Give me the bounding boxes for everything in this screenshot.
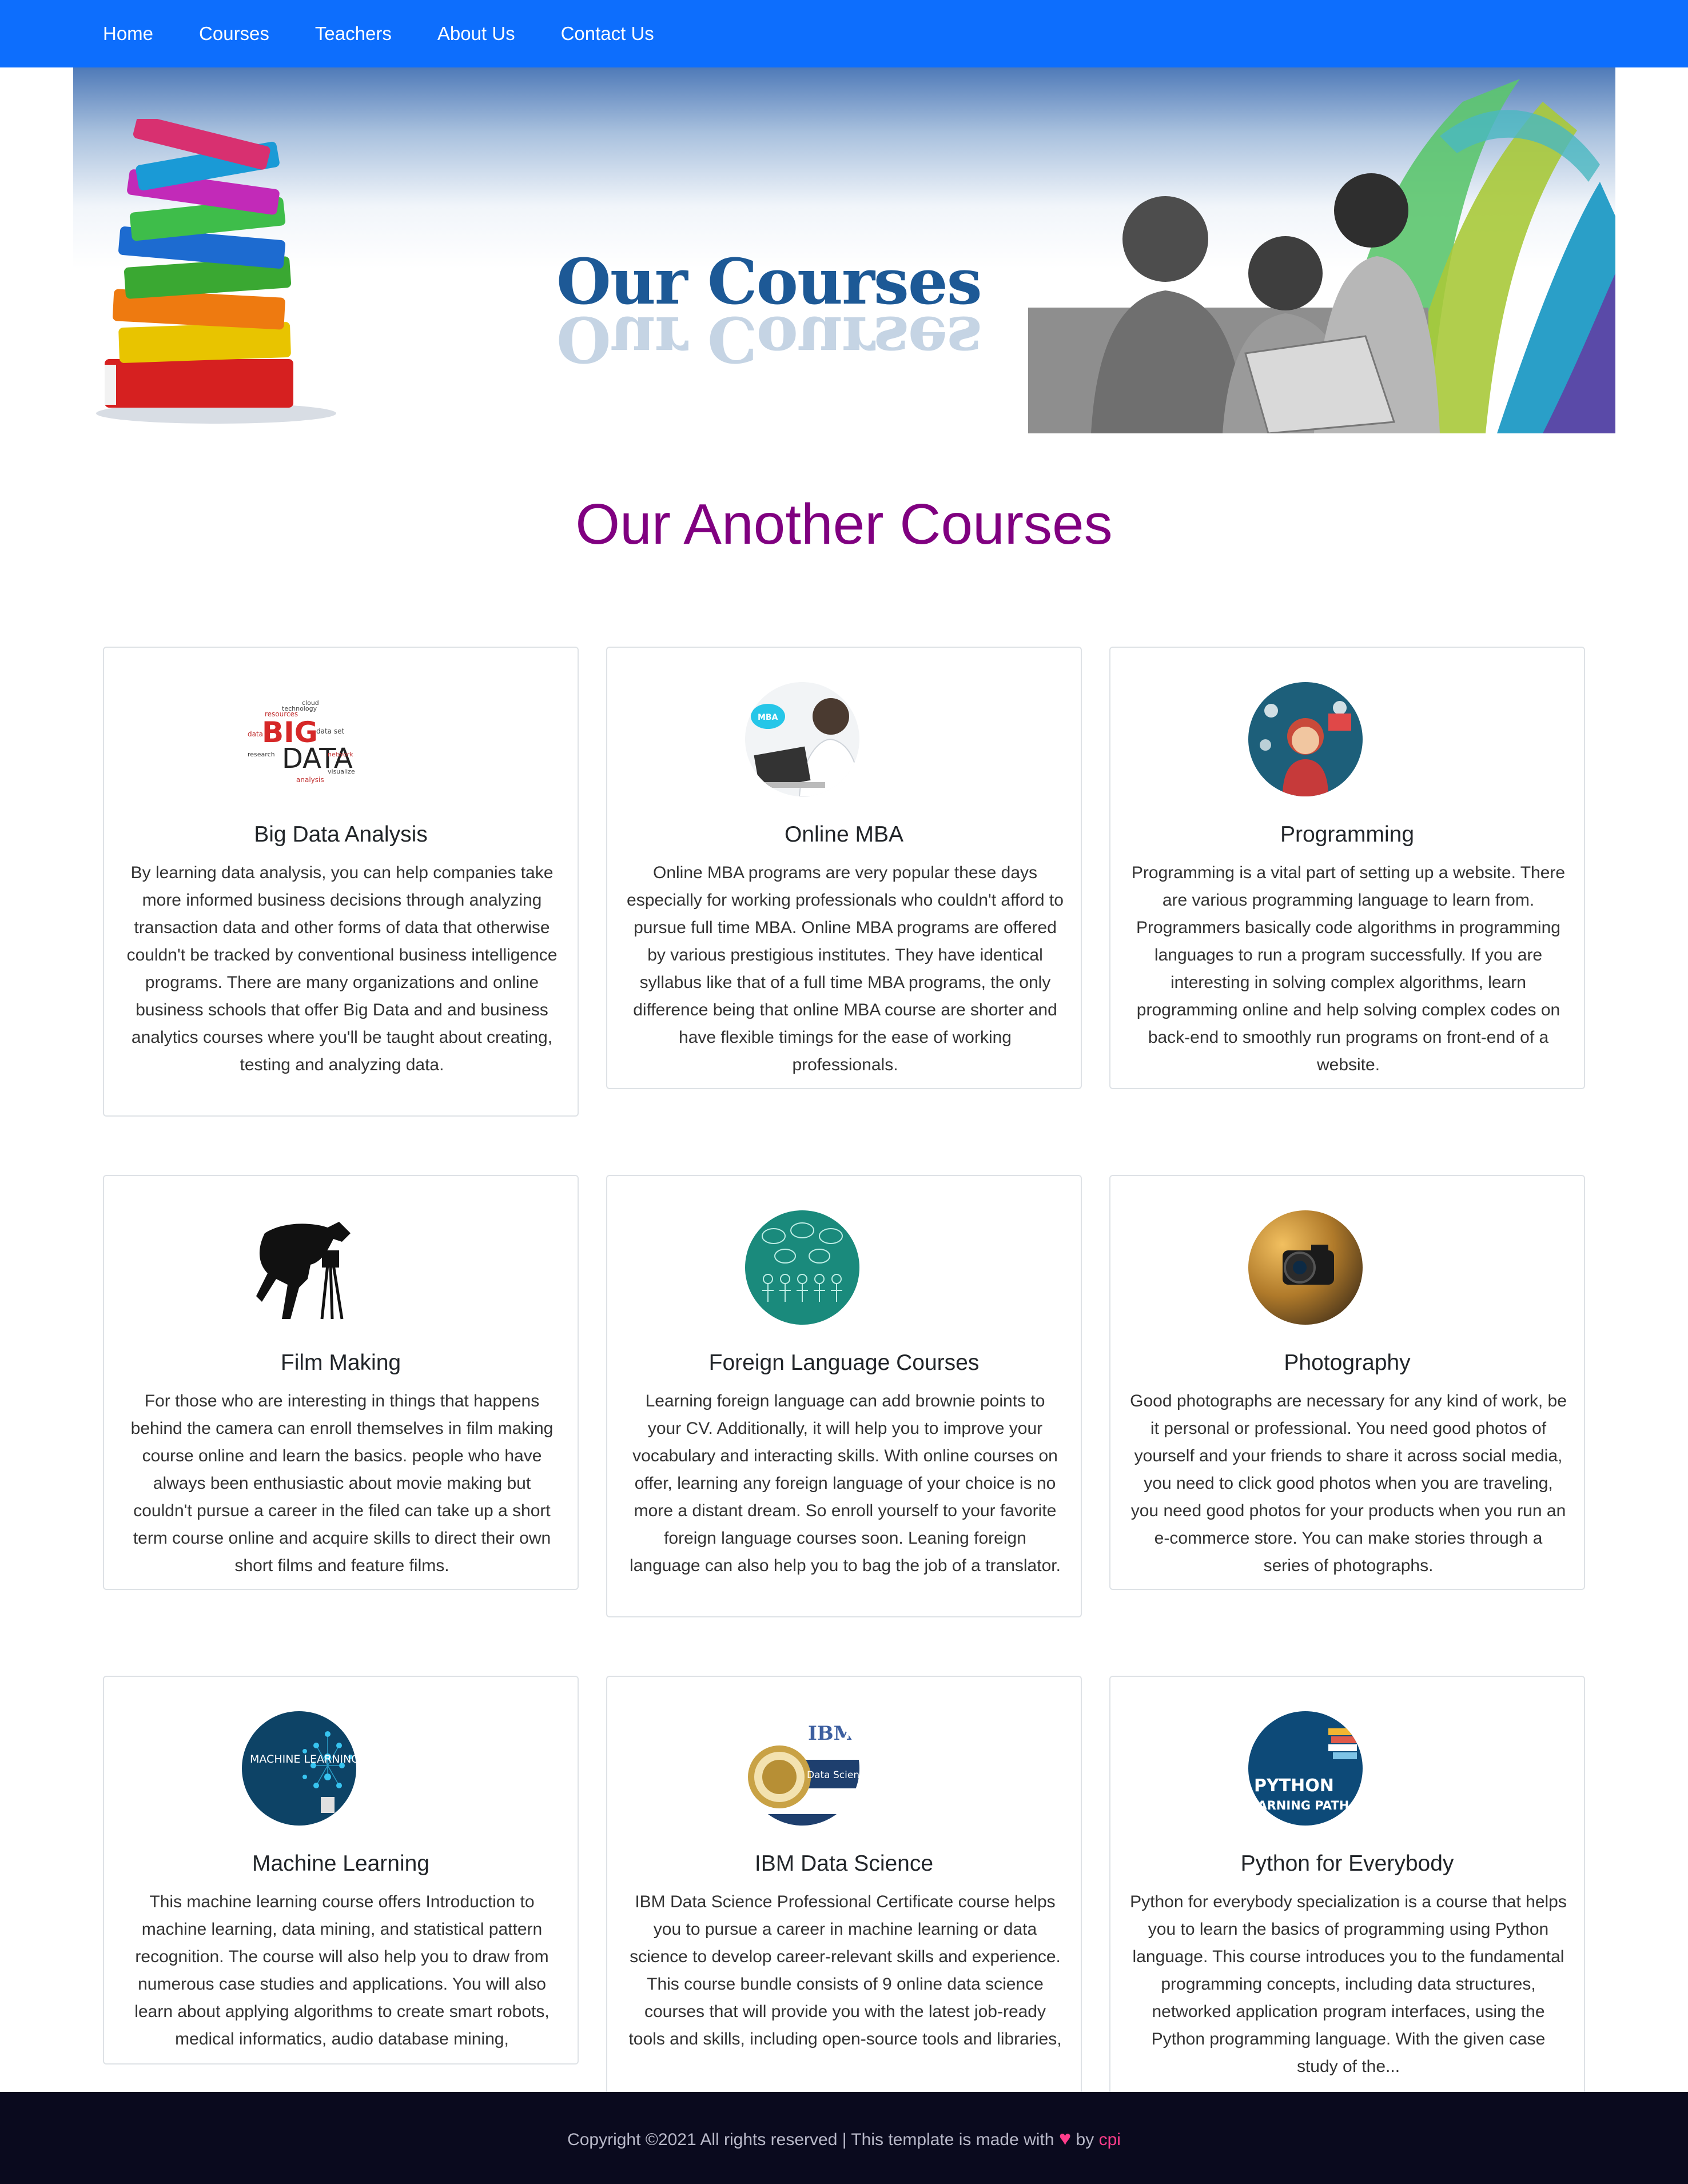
course-description: For those who are interesting in things … bbox=[130, 1392, 554, 1575]
course-description: By learning data analysis, you can help … bbox=[126, 863, 558, 1074]
footer-copyright-text: Copyright ©2021 All rights reserved | Th… bbox=[567, 2130, 1054, 2149]
books-stack-image bbox=[96, 119, 336, 424]
footer-copyright: Copyright ©2021 All rights reserved | Th… bbox=[0, 2126, 1688, 2150]
nav-contact-link[interactable]: Contact Us bbox=[538, 23, 677, 45]
course-title: Big Data Analysis bbox=[254, 822, 428, 847]
course-card-machine-learning: MACHINE LEARNING Machine Learning This m… bbox=[103, 1676, 579, 2065]
ibm-image-subtext: Data Science bbox=[807, 1769, 859, 1781]
svg-text:technology: technology bbox=[282, 705, 317, 712]
course-title: Python for Everybody bbox=[1240, 1851, 1454, 1876]
programming-image bbox=[1248, 682, 1363, 796]
course-card-film-making: Film Making For those who are interestin… bbox=[103, 1175, 579, 1590]
course-description: Learning foreign language can add browni… bbox=[630, 1392, 1061, 1575]
python-image-text: PYTHON bbox=[1254, 1776, 1334, 1796]
machine-learning-image: MACHINE LEARNING bbox=[242, 1711, 356, 1826]
svg-text:analysis: analysis bbox=[296, 776, 324, 784]
foreign-language-image bbox=[745, 1210, 859, 1325]
svg-text:MBA: MBA bbox=[758, 713, 778, 722]
course-title: IBM Data Science bbox=[754, 1851, 934, 1876]
svg-text:visualize: visualize bbox=[328, 768, 355, 775]
students-laptop-image bbox=[1028, 79, 1615, 433]
course-card-foreign-language: Foreign Language Courses Learning foreig… bbox=[606, 1175, 1082, 1617]
course-title: Online MBA bbox=[784, 822, 904, 847]
online-mba-image: MBA bbox=[745, 682, 859, 796]
film-making-image bbox=[242, 1210, 356, 1325]
ibm-data-science-image: IBM. Data Science bbox=[745, 1711, 859, 1826]
course-description: IBM Data Science Professional Certificat… bbox=[628, 1892, 1062, 2049]
svg-text:network: network bbox=[328, 751, 353, 758]
course-title: Film Making bbox=[280, 1350, 401, 1375]
ibm-logo-text: IBM. bbox=[808, 1722, 859, 1745]
course-title: Machine Learning bbox=[252, 1851, 430, 1876]
nav-courses-link[interactable]: Courses bbox=[176, 23, 292, 45]
footer-by-text: by bbox=[1076, 2130, 1094, 2149]
course-title: Photography bbox=[1284, 1350, 1411, 1375]
footer-author-link[interactable]: cpi bbox=[1099, 2130, 1121, 2149]
course-card-python: PYTHON EARNING PATH Python for Everybody… bbox=[1109, 1676, 1585, 2099]
course-description: Online MBA programs are very popular the… bbox=[627, 863, 1064, 1074]
big-data-word-cloud-image: resources cloud technology BIG DATA data… bbox=[242, 682, 356, 796]
course-card-programming: Programming Programming is a vital part … bbox=[1109, 647, 1585, 1089]
svg-text:data: data bbox=[248, 730, 263, 738]
python-image-subtext: EARNING PATH bbox=[1249, 1799, 1349, 1812]
section-title: Our Another Courses bbox=[575, 492, 1113, 556]
course-card-big-data: resources cloud technology BIG DATA data… bbox=[103, 647, 579, 1117]
course-card-ibm-data-science: IBM. Data Science IBM Data Science IBM D… bbox=[606, 1676, 1082, 2099]
svg-text:research: research bbox=[248, 751, 275, 758]
course-description: Python for everybody specialization is a… bbox=[1130, 1892, 1567, 2076]
nav-teachers-link[interactable]: Teachers bbox=[292, 23, 415, 45]
course-title: Foreign Language Courses bbox=[708, 1350, 980, 1375]
footer: Copyright ©2021 All rights reserved | Th… bbox=[0, 2092, 1688, 2184]
course-description: Programming is a vital part of setting u… bbox=[1131, 863, 1566, 1074]
course-description: This machine learning course offers Intr… bbox=[134, 1892, 550, 2049]
course-card-photography: Photography Good photographs are necessa… bbox=[1109, 1175, 1585, 1590]
nav-links: Home Courses Teachers About Us Contact U… bbox=[80, 0, 677, 67]
heart-icon: ♥ bbox=[1058, 2126, 1072, 2150]
nav-home-link[interactable]: Home bbox=[80, 23, 176, 45]
course-title: Programming bbox=[1280, 822, 1415, 847]
svg-text:data set: data set bbox=[316, 727, 344, 735]
ml-image-text: MACHINE LEARNING bbox=[250, 1753, 356, 1765]
hero-title-reflection: Our Courses bbox=[556, 308, 981, 376]
hero-banner: Our Courses Our Courses bbox=[73, 67, 1615, 433]
navbar: Home Courses Teachers About Us Contact U… bbox=[0, 0, 1688, 67]
course-card-online-mba: MBA Online MBA Online MBA programs are v… bbox=[606, 647, 1082, 1089]
course-description: Good photographs are necessary for any k… bbox=[1130, 1392, 1567, 1575]
python-learning-path-image: PYTHON EARNING PATH bbox=[1248, 1711, 1363, 1826]
photography-image bbox=[1248, 1210, 1363, 1325]
nav-about-link[interactable]: About Us bbox=[415, 23, 538, 45]
